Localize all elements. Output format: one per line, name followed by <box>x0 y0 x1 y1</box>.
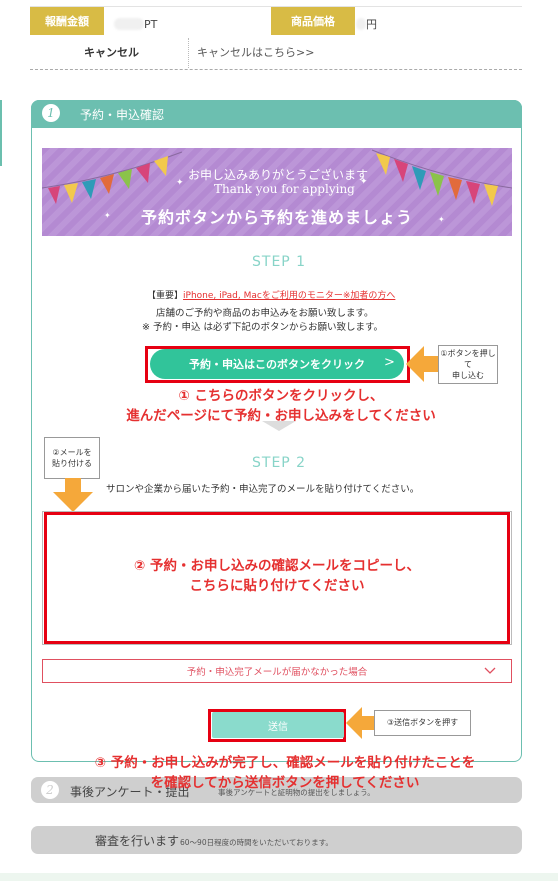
info-table-divider <box>30 69 522 70</box>
price-unit: 円 <box>366 18 377 31</box>
arrow-left-icon <box>406 346 440 382</box>
important-note: 【重要】iPhone, iPad, Macをご利用のモニター※加者の方へ <box>147 283 395 302</box>
reward-unit: PT <box>144 18 158 31</box>
step2-number-badge: 2 <box>41 781 59 799</box>
important-tag: 【重要】 <box>147 291 184 301</box>
price-value: 円 <box>356 13 377 32</box>
step-number-badge: 1 <box>42 104 60 122</box>
callout-step2: ②メールを 貼り付ける <box>44 437 100 479</box>
dropdown-label: 予約・申込完了メールが届かなかった場合 <box>186 667 368 678</box>
step1-warning: ※ 予約・申込 は必ず下記のボタンからお願い致します。 <box>142 322 384 333</box>
reward-value: PT <box>114 13 157 32</box>
banner-line3: 予約ボタンから予約を進めましょう <box>141 208 414 227</box>
apple-device-note-link[interactable]: iPhone, iPad, Macをご利用のモニター※加者の方へ <box>183 291 395 301</box>
svg-text:✦: ✦ <box>438 215 445 224</box>
dropdown-chevron-icon <box>484 667 496 674</box>
step2-description: サロンや企業から届いた予約・申込完了のメールを貼り付けてください。 <box>106 484 420 495</box>
submit-button[interactable]: 送信 <box>212 712 344 738</box>
chevron-down-icon <box>262 421 296 431</box>
review-pill-title: 審査を行います <box>95 834 180 848</box>
callout-step1: ①ボタンを押して 申し込む <box>438 345 498 384</box>
price-label: 商品価格 <box>271 7 355 35</box>
reserve-apply-button[interactable]: 予約・申込はこのボタンをクリック <box>150 349 404 379</box>
cancel-label: キャンセル <box>84 46 139 59</box>
reward-value-redacted <box>114 17 144 30</box>
submit-instruction: ③ 予約・お申し込みが完了し、確認メールを貼り付けたことを を確認してから送信ボ… <box>94 755 476 791</box>
banner-line2: Thank you for applying <box>214 182 355 196</box>
no-email-dropdown[interactable]: 予約・申込完了メールが届かなかった場合 <box>42 659 512 683</box>
review-pill-sub: 60〜90日程度の時間をいただいております。 <box>180 838 333 847</box>
reward-label: 報酬金額 <box>30 7 104 35</box>
footer-strip <box>0 873 558 881</box>
step1-description: 店舗のご予約や商品のお申込みをお願い致します。 <box>156 308 374 319</box>
cell-divider <box>188 38 189 68</box>
cancel-link[interactable]: キャンセルはこちら>> <box>197 44 314 60</box>
arrow-left-icon <box>346 707 376 739</box>
callout-submit: ③送信ボタンを押す <box>374 710 471 736</box>
svg-text:✦: ✦ <box>176 178 184 188</box>
step-card-title: 予約・申込確認 <box>80 108 165 122</box>
left-accent-bar <box>0 100 2 166</box>
step1-instruction: ① こちらのボタンをクリックし、 進んだページにて予約・お申し込みをしてください <box>126 388 436 424</box>
step2-label: STEP 2 <box>252 455 307 471</box>
price-value-redacted <box>356 17 366 30</box>
step1-label: STEP 1 <box>252 254 307 270</box>
chevron-right-icon: > <box>384 355 395 370</box>
svg-text:✦: ✦ <box>104 211 111 220</box>
arrow-down-icon <box>53 478 93 512</box>
banner-line1: お申し込みありがとうございます <box>188 168 369 182</box>
step2-instruction: ② 予約・お申し込みの確認メールをコピーし、 こちらに貼り付けてください <box>133 558 421 594</box>
